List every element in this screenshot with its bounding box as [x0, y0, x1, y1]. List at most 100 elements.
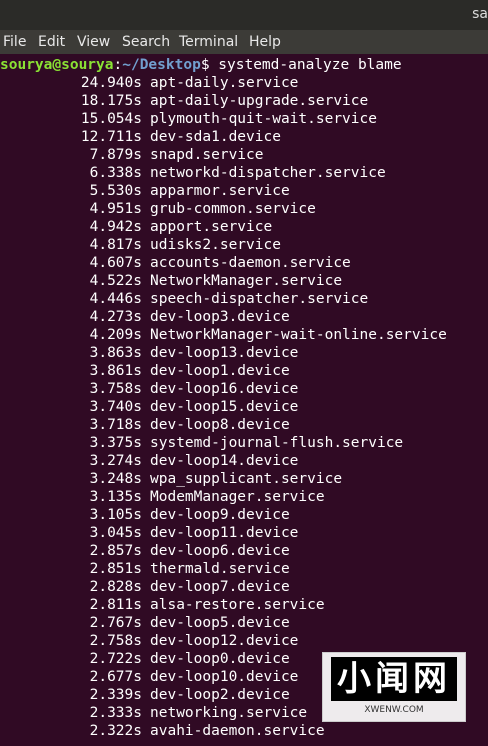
blame-row: 2.811s alsa-restore.service — [0, 596, 488, 614]
blame-row: 3.045s dev-loop11.device — [0, 524, 488, 542]
blame-time: 18.175s — [80, 93, 142, 109]
blame-row: 12.711s dev-sda1.device — [0, 128, 488, 146]
blame-unit: dev-loop10.device — [150, 669, 299, 685]
blame-unit: dev-sda1.device — [150, 129, 281, 145]
blame-time: 2.851s — [89, 561, 142, 577]
blame-unit: dev-loop1.device — [150, 363, 290, 379]
blame-row: 7.879s snapd.service — [0, 146, 488, 164]
blame-unit: apport.service — [150, 219, 273, 235]
blame-time: 3.861s — [89, 363, 142, 379]
blame-row: 3.740s dev-loop15.device — [0, 398, 488, 416]
blame-unit: networking.service — [150, 705, 308, 721]
blame-row: 4.522s NetworkManager.service — [0, 272, 488, 290]
blame-time: 2.333s — [89, 705, 142, 721]
blame-row: 2.857s dev-loop6.device — [0, 542, 488, 560]
blame-row: 3.718s dev-loop8.device — [0, 416, 488, 434]
blame-row: 4.273s dev-loop3.device — [0, 308, 488, 326]
blame-time: 2.722s — [89, 651, 142, 667]
blame-row: 18.175s apt-daily-upgrade.service — [0, 92, 488, 110]
blame-time: 2.828s — [89, 579, 142, 595]
blame-row: 3.274s dev-loop14.device — [0, 452, 488, 470]
blame-unit: plymouth-quit-wait.service — [150, 111, 377, 127]
blame-row: 2.322s avahi-daemon.service — [0, 722, 488, 740]
blame-row: 3.375s systemd-journal-flush.service — [0, 434, 488, 452]
blame-time: 2.758s — [89, 633, 142, 649]
blame-row: 5.530s apparmor.service — [0, 182, 488, 200]
blame-time: 2.767s — [89, 615, 142, 631]
blame-unit: avahi-daemon.service — [150, 723, 325, 739]
blame-time: 24.940s — [80, 75, 142, 91]
blame-unit: apparmor.service — [150, 183, 290, 199]
blame-unit: dev-loop11.device — [150, 525, 299, 541]
blame-time: 3.375s — [89, 435, 142, 451]
blame-row: 4.951s grub-common.service — [0, 200, 488, 218]
blame-unit: dev-loop8.device — [150, 417, 290, 433]
blame-row: 4.446s speech-dispatcher.service — [0, 290, 488, 308]
blame-time: 2.339s — [89, 687, 142, 703]
menu-edit[interactable]: Edit — [38, 34, 65, 50]
watermark-logo: 小闻网 — [331, 657, 457, 701]
blame-unit: dev-loop9.device — [150, 507, 290, 523]
blame-row: 3.861s dev-loop1.device — [0, 362, 488, 380]
blame-unit: dev-loop16.device — [150, 381, 299, 397]
blame-unit: alsa-restore.service — [150, 597, 325, 613]
prompt-separator: : — [113, 57, 123, 73]
blame-row: 4.209s NetworkManager-wait-online.service — [0, 326, 488, 344]
prompt-symbol: $ — [200, 57, 210, 73]
blame-time: 4.522s — [89, 273, 142, 289]
blame-time: 4.209s — [89, 327, 142, 343]
blame-time: 3.863s — [89, 345, 142, 361]
blame-unit: grub-common.service — [150, 201, 316, 217]
menu-help[interactable]: Help — [249, 34, 281, 50]
blame-unit: thermald.service — [150, 561, 290, 577]
menu-bar: File Edit View Search Terminal Help — [0, 30, 488, 54]
command-text: systemd-analyze blame — [209, 57, 402, 73]
window-titlebar[interactable]: sa — [0, 0, 488, 30]
menu-file[interactable]: File — [3, 34, 26, 50]
blame-time: 3.758s — [89, 381, 142, 397]
blame-unit: systemd-journal-flush.service — [150, 435, 404, 451]
blame-row: 15.054s plymouth-quit-wait.service — [0, 110, 488, 128]
blame-unit: wpa_supplicant.service — [150, 471, 343, 487]
blame-time: 3.274s — [89, 453, 142, 469]
blame-row: 3.135s ModemManager.service — [0, 488, 488, 506]
menu-search[interactable]: Search — [122, 34, 170, 50]
terminal-output[interactable]: sourya@sourya:~/Desktop$ systemd-analyze… — [0, 54, 488, 746]
blame-unit: NetworkManager.service — [150, 273, 343, 289]
blame-time: 2.857s — [89, 543, 142, 559]
blame-time: 2.322s — [89, 723, 142, 739]
blame-row: 4.817s udisks2.service — [0, 236, 488, 254]
blame-time: 2.811s — [89, 597, 142, 613]
window-title: sa — [472, 6, 488, 22]
blame-unit: dev-loop5.device — [150, 615, 290, 631]
blame-row: 2.828s dev-loop7.device — [0, 578, 488, 596]
blame-row: 2.851s thermald.service — [0, 560, 488, 578]
blame-unit: dev-loop3.device — [150, 309, 290, 325]
menu-view[interactable]: View — [77, 34, 110, 50]
blame-time: 7.879s — [89, 147, 142, 163]
blame-row: 3.105s dev-loop9.device — [0, 506, 488, 524]
blame-unit: udisks2.service — [150, 237, 281, 253]
blame-unit: speech-dispatcher.service — [150, 291, 369, 307]
blame-time: 4.817s — [89, 237, 142, 253]
blame-row: 3.863s dev-loop13.device — [0, 344, 488, 362]
menu-terminal[interactable]: Terminal — [179, 34, 238, 50]
blame-row: 2.758s dev-loop12.device — [0, 632, 488, 650]
blame-unit: dev-loop6.device — [150, 543, 290, 559]
blame-unit: dev-loop13.device — [150, 345, 299, 361]
prompt-line: sourya@sourya:~/Desktop$ systemd-analyze… — [0, 54, 488, 73]
blame-unit: NetworkManager-wait-online.service — [150, 327, 447, 343]
blame-unit: snapd.service — [150, 147, 264, 163]
blame-time: 6.338s — [89, 165, 142, 181]
blame-row: 24.940s apt-daily.service — [0, 74, 488, 92]
blame-unit: dev-loop2.device — [150, 687, 290, 703]
blame-unit: dev-loop0.device — [150, 651, 290, 667]
blame-row: 2.767s dev-loop5.device — [0, 614, 488, 632]
blame-time: 4.446s — [89, 291, 142, 307]
blame-time: 3.740s — [89, 399, 142, 415]
prompt-user: sourya@sourya — [0, 57, 114, 73]
blame-time: 3.248s — [89, 471, 142, 487]
blame-unit: dev-loop15.device — [150, 399, 299, 415]
blame-row: 3.758s dev-loop16.device — [0, 380, 488, 398]
blame-unit: apt-daily.service — [150, 75, 299, 91]
